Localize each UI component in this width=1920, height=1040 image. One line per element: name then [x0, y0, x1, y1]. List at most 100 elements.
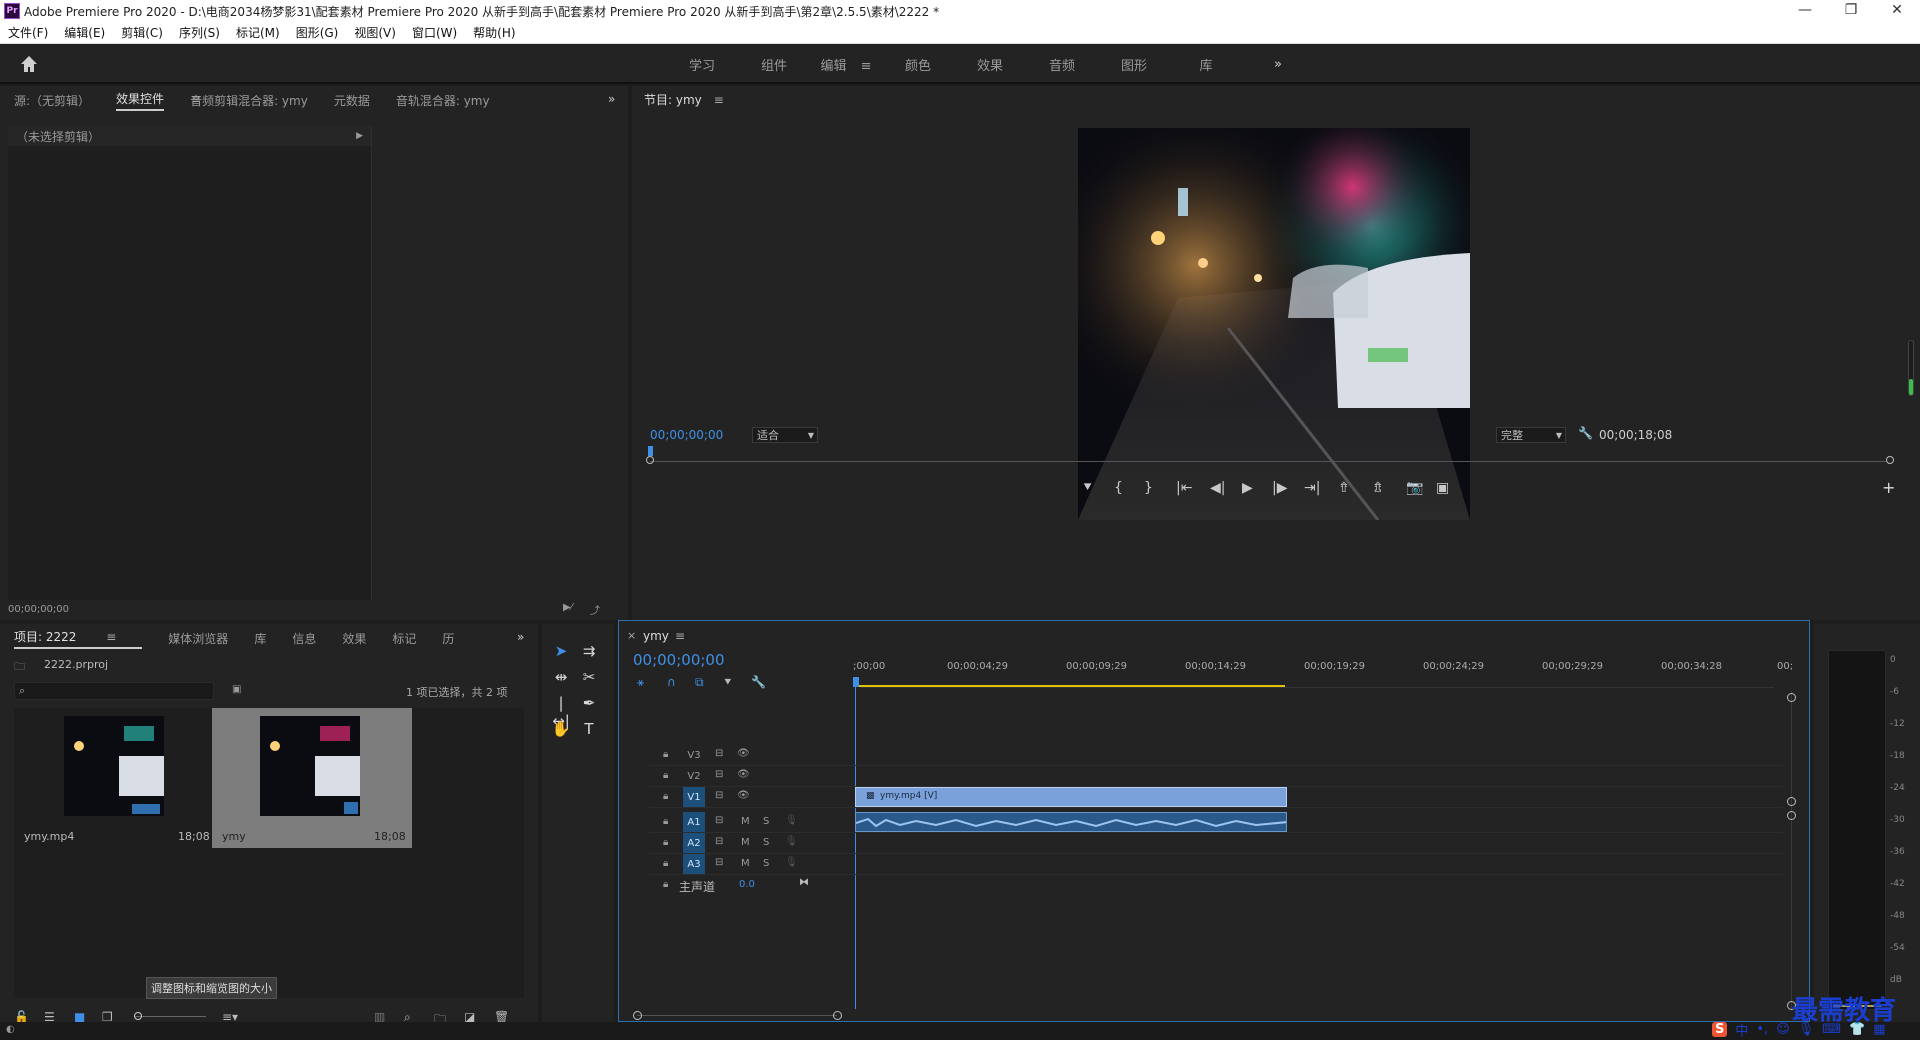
workspace-more-icon[interactable]: » [1242, 57, 1314, 72]
linked-selection-icon[interactable]: ⧉ [695, 675, 704, 690]
sogou-logo-icon[interactable]: S [1712, 1021, 1728, 1037]
track-select-tool-icon[interactable]: ⇉ [578, 642, 600, 660]
eye-icon[interactable]: 👁 [737, 769, 750, 780]
tab-project[interactable]: 项目: 2222 ≡ [14, 628, 143, 649]
menu-clip[interactable]: 剪辑(C) [113, 24, 171, 41]
tab-metadata[interactable]: 元数据 [334, 92, 370, 109]
type-tool-icon[interactable]: T [578, 720, 600, 738]
horizontal-scrollbar[interactable] [637, 1015, 837, 1016]
workspace-tab-libraries[interactable]: 库 [1170, 55, 1242, 74]
mark-out-icon[interactable]: } [1144, 480, 1153, 496]
solo-button[interactable]: S [763, 858, 769, 869]
menu-file[interactable]: 文件(F) [0, 24, 56, 41]
scroll-handle[interactable] [1787, 811, 1796, 820]
sync-lock-icon[interactable]: ⊟ [715, 790, 723, 801]
play-icon[interactable]: ▶ [1242, 480, 1253, 496]
hamburger-menu-icon[interactable]: ≡ [861, 59, 872, 74]
program-monitor-title[interactable]: 节目: ymy [644, 91, 702, 110]
lock-icon[interactable]: 🔒︎ [663, 770, 668, 781]
eye-icon[interactable]: 👁 [737, 790, 750, 801]
extract-icon[interactable]: ⇯ [1372, 480, 1384, 496]
hscroll-handle-right[interactable] [833, 1011, 842, 1020]
track-label-a2[interactable]: A2 [683, 833, 705, 853]
snap-icon[interactable]: ∩ [667, 675, 676, 689]
export-icon[interactable]: ⤴ [590, 602, 600, 617]
go-to-out-icon[interactable]: ⇥| [1304, 480, 1320, 496]
lock-icon[interactable]: 🔒︎ [663, 879, 668, 890]
sync-lock-icon[interactable]: ⊟ [715, 857, 723, 868]
close-sequence-icon[interactable]: × [627, 629, 636, 642]
hand-tool-icon[interactable]: ✋ [550, 720, 572, 738]
video-clip[interactable]: ▩ ymy.mp4 [V] [855, 787, 1287, 807]
panel-more-icon[interactable]: » [608, 92, 615, 106]
project-item-sequence[interactable]: ymy 18;08 [212, 708, 412, 848]
mute-button[interactable]: M [741, 816, 750, 827]
panel-menu-icon[interactable]: ≡ [714, 93, 724, 107]
menu-window[interactable]: 窗口(W) [404, 24, 465, 41]
tab-effects[interactable]: 效果 [342, 630, 366, 647]
vertical-scrollbar[interactable] [1791, 691, 1792, 1009]
program-scrubber[interactable] [646, 446, 1894, 470]
filter-icon[interactable]: ▶⁄ [563, 602, 572, 613]
scrubber-end-handle[interactable] [1886, 456, 1894, 464]
tab-media-browser[interactable]: 媒体浏览器 [168, 630, 228, 647]
go-to-end-icon[interactable]: ⧓ [799, 877, 809, 888]
track-label-v2[interactable]: V2 [683, 766, 705, 786]
workspace-tab-assembly[interactable]: 组件 [738, 55, 810, 74]
home-icon[interactable] [18, 53, 40, 75]
sync-lock-icon[interactable]: ⊟ [715, 748, 723, 759]
eye-icon[interactable]: 👁 [737, 748, 750, 759]
microphone-icon[interactable]: 🎙 [785, 857, 798, 868]
menu-sequence[interactable]: 序列(S) [171, 24, 228, 41]
nest-toggle-icon[interactable]: ⚹ [637, 675, 644, 690]
microphone-icon[interactable]: 🎙 [785, 815, 798, 826]
ime-skin-icon[interactable]: 👕 [1849, 1022, 1865, 1037]
ime-mode-label[interactable]: 中 [1735, 1020, 1748, 1039]
hamburger-menu-icon[interactable]: ≡ [106, 630, 116, 644]
expand-arrow-icon[interactable]: ▶ [356, 131, 363, 141]
project-search-input[interactable]: ⌕ [14, 682, 214, 700]
lock-icon[interactable]: 🔒︎ [663, 837, 668, 848]
tab-source[interactable]: 源:（无剪辑） [14, 92, 90, 109]
sync-lock-icon[interactable]: ⊟ [715, 769, 723, 780]
menu-graphics[interactable]: 图形(G) [288, 24, 347, 41]
workspace-tab-effects[interactable]: 效果 [954, 55, 1026, 74]
tab-markers[interactable]: 标记 [392, 630, 416, 647]
menu-markers[interactable]: 标记(M) [228, 24, 288, 41]
sync-lock-icon[interactable]: ⊟ [715, 836, 723, 847]
menu-view[interactable]: 视图(V) [346, 24, 404, 41]
close-button[interactable]: ✕ [1874, 0, 1920, 22]
ime-voice-icon[interactable]: 🎙 [1798, 1022, 1815, 1037]
hamburger-menu-icon[interactable]: ≡ [675, 629, 685, 643]
track-label-a3[interactable]: A3 [683, 854, 705, 874]
sync-lock-icon[interactable]: ⊟ [715, 815, 723, 826]
new-bin-from-search-icon[interactable]: ▣ [232, 684, 241, 695]
comparison-view-icon[interactable]: ▣ [1436, 480, 1449, 496]
playhead-marker[interactable] [648, 446, 653, 456]
microphone-icon[interactable]: 🎙 [785, 836, 798, 847]
razor-tool-icon[interactable]: ✂ [578, 668, 600, 686]
solo-button[interactable]: S [763, 816, 769, 827]
add-marker-icon[interactable]: ⯆ [1082, 480, 1093, 496]
mute-button[interactable]: M [741, 858, 750, 869]
scroll-handle[interactable] [1787, 797, 1796, 806]
master-volume-value[interactable]: 0.0 [739, 879, 755, 890]
lock-icon[interactable]: 🔒︎ [663, 749, 668, 760]
selection-tool-icon[interactable]: ➤ [550, 642, 572, 660]
track-label-v1[interactable]: V1 [683, 787, 705, 807]
workspace-tab-color[interactable]: 颜色 [882, 55, 954, 74]
zoom-slider-handle[interactable] [134, 1012, 142, 1020]
track-label-a1[interactable]: A1 [683, 812, 705, 832]
ime-emoji-icon[interactable]: ☺ [1776, 1022, 1790, 1037]
scrubber-start-handle[interactable] [646, 456, 654, 464]
maximize-button[interactable]: ❐ [1828, 0, 1874, 22]
add-marker-icon[interactable]: ⯆ [723, 675, 733, 690]
time-ruler[interactable]: ;00;00 00;00;04;29 00;00;09;29 00;00;14;… [853, 655, 1793, 691]
workspace-tab-graphics[interactable]: 图形 [1098, 55, 1170, 74]
menu-edit[interactable]: 编辑(E) [56, 24, 113, 41]
panel-menu-icon[interactable]: ≡ [191, 92, 201, 106]
step-back-icon[interactable]: ◀| [1210, 480, 1225, 496]
add-button[interactable]: + [1882, 478, 1895, 497]
tab-info[interactable]: 信息 [292, 630, 316, 647]
ime-punctuation-icon[interactable]: •, [1756, 1022, 1768, 1037]
